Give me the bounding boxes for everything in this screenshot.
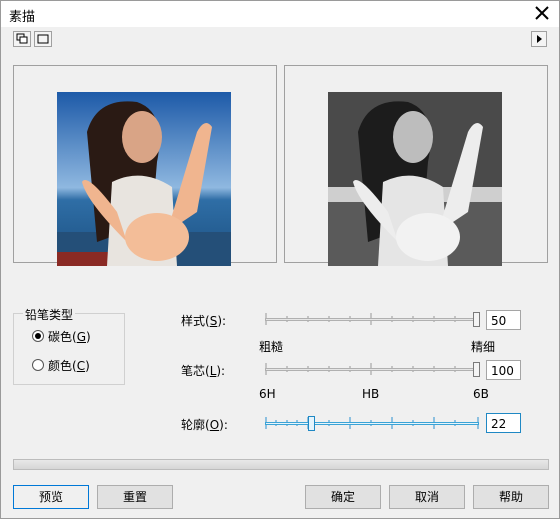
style-slider-track[interactable] bbox=[265, 318, 479, 321]
progress-bar bbox=[13, 459, 549, 470]
lead-tick-hb: HB bbox=[362, 387, 380, 401]
radio-carbon[interactable] bbox=[32, 330, 44, 342]
lead-tick-6b: 6B bbox=[473, 387, 489, 401]
preview-button[interactable]: 预览 bbox=[13, 485, 89, 509]
outline-value-input[interactable]: 22 bbox=[486, 413, 521, 433]
dual-preview-icon bbox=[16, 33, 28, 44]
sketch-dialog: 素描 铅笔类型 碳色(G) 颜色(C) 样式(S): 50 粗糙 精细 笔芯(L… bbox=[0, 0, 560, 519]
reset-button[interactable]: 重置 bbox=[97, 485, 173, 509]
lead-label: 笔芯(L): bbox=[181, 364, 226, 378]
help-button[interactable]: 帮助 bbox=[473, 485, 549, 509]
outline-slider-track[interactable] bbox=[265, 422, 479, 425]
lead-slider-thumb[interactable] bbox=[473, 362, 480, 377]
pencil-type-legend: 铅笔类型 bbox=[23, 306, 76, 323]
original-photo bbox=[57, 92, 231, 266]
style-label: 样式(S): bbox=[181, 314, 227, 328]
style-max-label: 精细 bbox=[471, 340, 496, 354]
ok-button[interactable]: 确定 bbox=[305, 485, 381, 509]
outline-label: 轮廓(O): bbox=[181, 418, 228, 432]
sketch-photo bbox=[328, 92, 502, 266]
radio-color[interactable] bbox=[32, 359, 44, 371]
style-slider-thumb[interactable] bbox=[473, 312, 480, 327]
outline-slider-thumb[interactable] bbox=[308, 416, 315, 431]
window-title: 素描 bbox=[9, 10, 36, 25]
single-preview-icon bbox=[37, 34, 49, 44]
title-bar[interactable]: 素描 bbox=[1, 1, 559, 27]
style-min-label: 粗糙 bbox=[259, 340, 284, 354]
style-value-input[interactable]: 50 bbox=[486, 310, 521, 330]
radio-color-label[interactable]: 颜色(C) bbox=[48, 357, 90, 374]
expand-right-button[interactable] bbox=[531, 31, 547, 47]
dual-preview-button[interactable] bbox=[13, 31, 31, 47]
pencil-type-group bbox=[13, 313, 125, 385]
cancel-button[interactable]: 取消 bbox=[389, 485, 465, 509]
single-preview-button[interactable] bbox=[34, 31, 52, 47]
radio-carbon-label[interactable]: 碳色(G) bbox=[48, 328, 91, 345]
close-icon[interactable] bbox=[533, 4, 551, 22]
lead-tick-6h: 6H bbox=[259, 387, 276, 401]
lead-value-input[interactable]: 100 bbox=[486, 360, 521, 380]
lead-slider-track[interactable] bbox=[265, 368, 479, 371]
expand-right-icon bbox=[537, 35, 542, 43]
